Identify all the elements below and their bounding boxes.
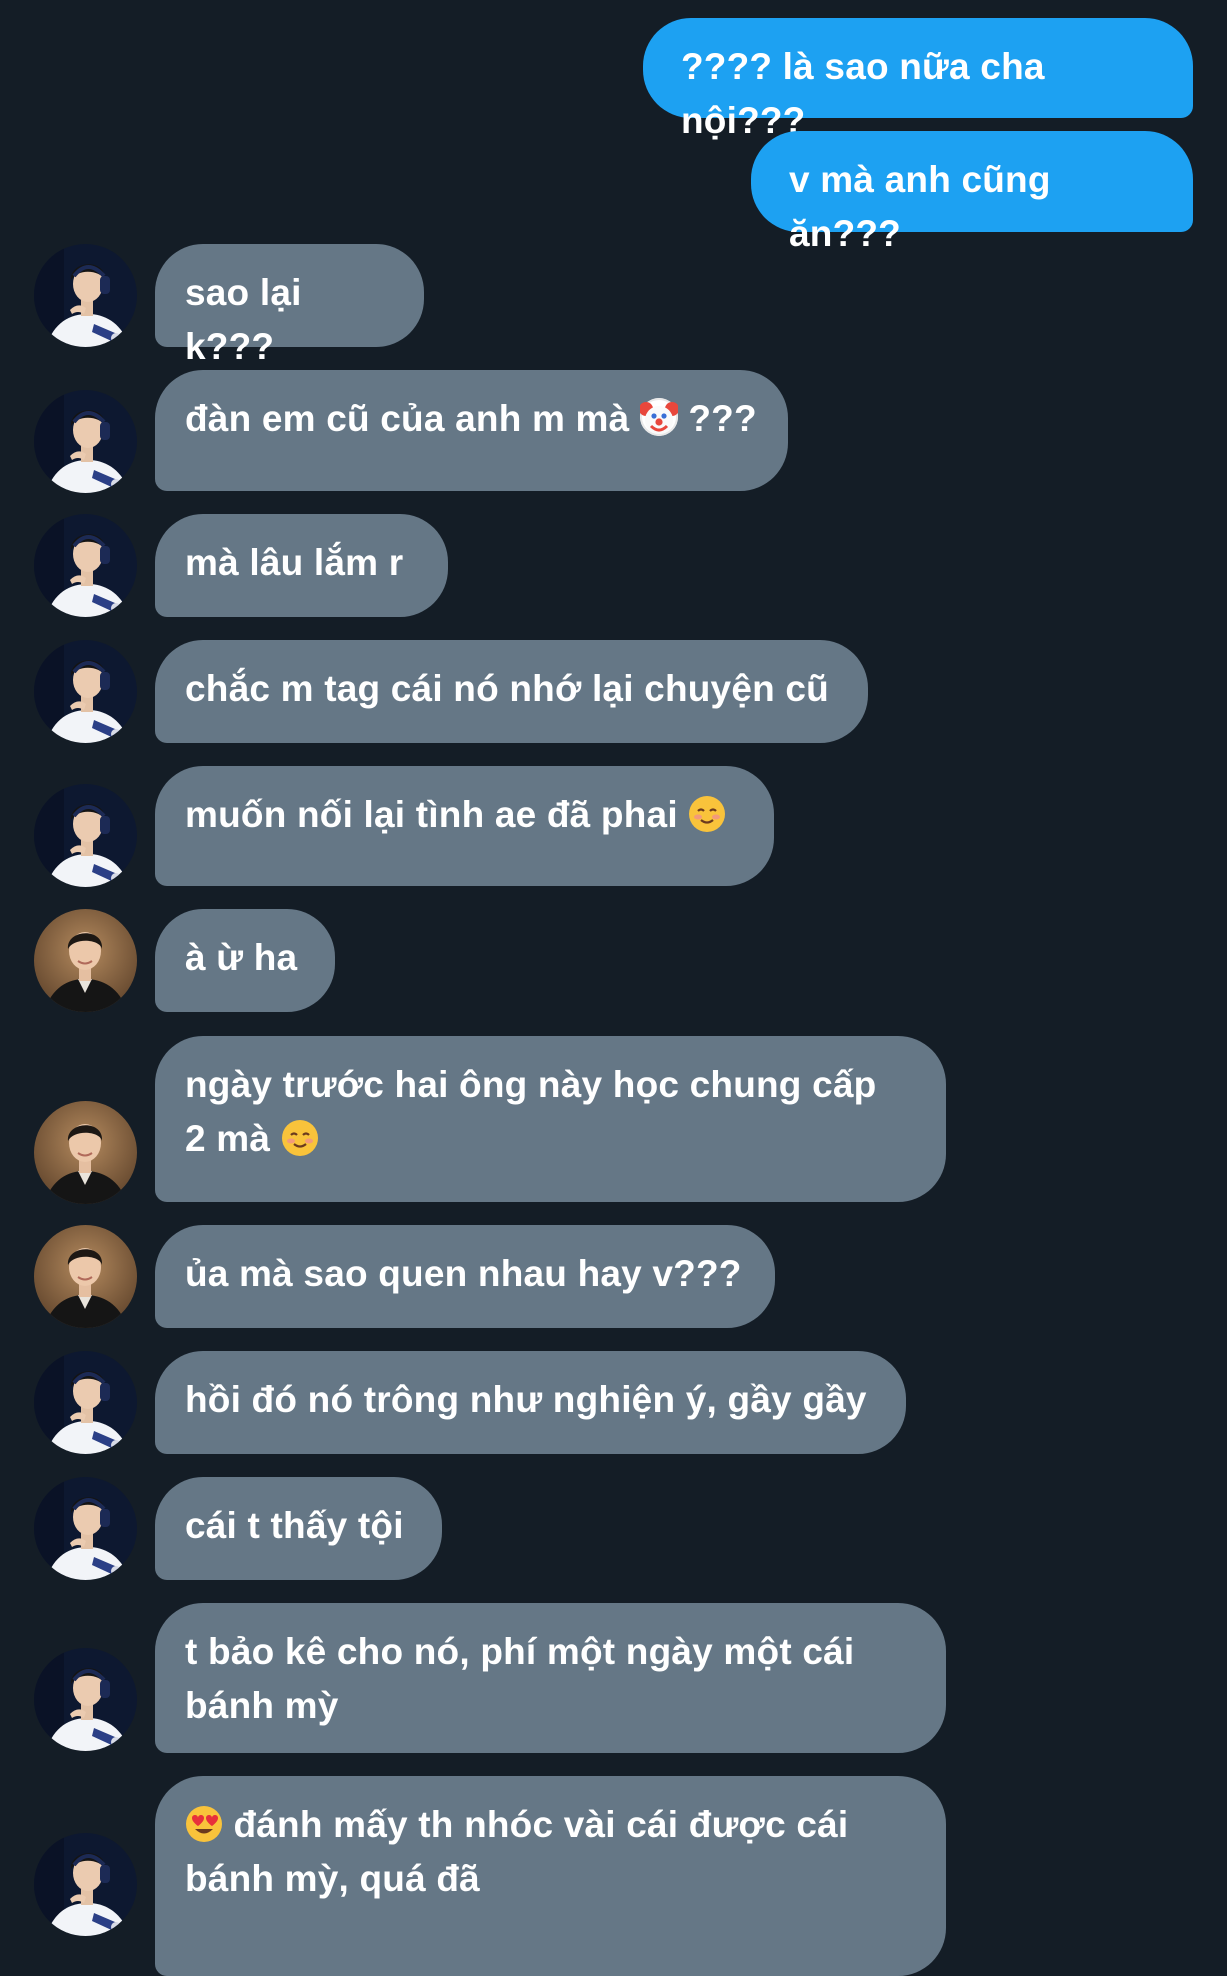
message-text: ???? là sao nữa cha nội???: [681, 46, 1056, 141]
smiling-face-emoji: [281, 1118, 319, 1156]
incoming-message-bubble[interactable]: mà lâu lắm r: [155, 514, 448, 617]
incoming-message-bubble[interactable]: chắc m tag cái nó nhớ lại chuyện cũ: [155, 640, 868, 743]
avatar-a[interactable]: [34, 1477, 137, 1580]
message-text: đánh mấy th nhóc vài cái được cái bánh m…: [185, 1804, 849, 1899]
avatar-a[interactable]: [34, 1833, 137, 1936]
incoming-message-bubble[interactable]: muốn nối lại tình ae đã phai: [155, 766, 774, 886]
message-row-incoming: t bảo kê cho nó, phí một ngày một cái bá…: [0, 1603, 1227, 1753]
message-row-incoming: ngày trước hai ông này học chung cấp 2 m…: [0, 1036, 1227, 1202]
incoming-message-bubble[interactable]: à ừ ha: [155, 909, 335, 1012]
message-row-incoming: ủa mà sao quen nhau hay v???: [0, 1225, 1227, 1328]
avatar-b[interactable]: [34, 1225, 137, 1328]
incoming-message-bubble[interactable]: sao lại k???: [155, 244, 424, 367]
message-text: à ừ ha: [185, 937, 298, 978]
message-row-incoming: mà lâu lắm r: [0, 514, 1227, 617]
message-row-incoming: hồi đó nó trông như nghiện ý, gầy gầy: [0, 1351, 1227, 1454]
avatar-a[interactable]: [34, 1351, 137, 1454]
avatar-a[interactable]: [34, 244, 137, 347]
outgoing-message-bubble[interactable]: ???? là sao nữa cha nội???: [643, 18, 1193, 141]
message-row-incoming: đàn em cũ của anh m mà ???: [0, 370, 1227, 491]
message-text: ủa mà sao quen nhau hay v???: [185, 1253, 742, 1294]
message-row-incoming: à ừ ha: [0, 909, 1227, 1012]
incoming-message-bubble[interactable]: t bảo kê cho nó, phí một ngày một cái bá…: [155, 1603, 946, 1753]
message-text: hồi đó nó trông như nghiện ý, gầy gầy: [185, 1379, 867, 1420]
message-row-incoming: đánh mấy th nhóc vài cái được cái bánh m…: [0, 1776, 1227, 1976]
message-row-incoming: chắc m tag cái nó nhớ lại chuyện cũ: [0, 640, 1227, 743]
incoming-message-bubble[interactable]: cái t thấy tội: [155, 1477, 442, 1580]
smiling-face-emoji: [688, 794, 726, 832]
message-row-incoming: sao lại k???: [0, 244, 1227, 367]
message-text: ngày trước hai ông này học chung cấp 2 m…: [185, 1064, 877, 1159]
avatar-a[interactable]: [34, 784, 137, 887]
incoming-message-bubble[interactable]: ủa mà sao quen nhau hay v???: [155, 1225, 775, 1328]
incoming-message-bubble[interactable]: ngày trước hai ông này học chung cấp 2 m…: [155, 1036, 946, 1202]
avatar-a[interactable]: [34, 514, 137, 617]
outgoing-message-bubble[interactable]: v mà anh cũng ăn???: [751, 131, 1193, 254]
message-row-outgoing: v mà anh cũng ăn???: [0, 131, 1227, 254]
message-text: v mà anh cũng ăn???: [789, 159, 1062, 254]
incoming-message-bubble[interactable]: đánh mấy th nhóc vài cái được cái bánh m…: [155, 1776, 946, 1976]
message-row-incoming: cái t thấy tội: [0, 1477, 1227, 1580]
incoming-message-bubble[interactable]: đàn em cũ của anh m mà ???: [155, 370, 788, 491]
avatar-b[interactable]: [34, 909, 137, 1012]
message-row-outgoing: ???? là sao nữa cha nội???: [0, 18, 1227, 141]
incoming-message-bubble[interactable]: hồi đó nó trông như nghiện ý, gầy gầy: [155, 1351, 906, 1454]
avatar-b[interactable]: [34, 1101, 137, 1204]
avatar-a[interactable]: [34, 390, 137, 493]
message-text: t bảo kê cho nó, phí một ngày một cái bá…: [185, 1631, 855, 1726]
chat-thread: ???? là sao nữa cha nội??? v mà anh cũng …: [0, 0, 1227, 1976]
message-text: sao lại k???: [185, 272, 313, 367]
heart-eyes-emoji: [185, 1804, 223, 1842]
avatar-a[interactable]: [34, 1648, 137, 1751]
message-text: muốn nối lại tình ae đã phai: [185, 794, 726, 835]
clown-face-emoji: [638, 398, 679, 436]
message-text: cái t thấy tội: [185, 1505, 404, 1546]
message-row-incoming: muốn nối lại tình ae đã phai: [0, 766, 1227, 886]
avatar-a[interactable]: [34, 640, 137, 743]
message-text: chắc m tag cái nó nhớ lại chuyện cũ: [185, 668, 829, 709]
message-text: mà lâu lắm r: [185, 542, 404, 583]
message-text: đàn em cũ của anh m mà ???: [185, 398, 757, 439]
